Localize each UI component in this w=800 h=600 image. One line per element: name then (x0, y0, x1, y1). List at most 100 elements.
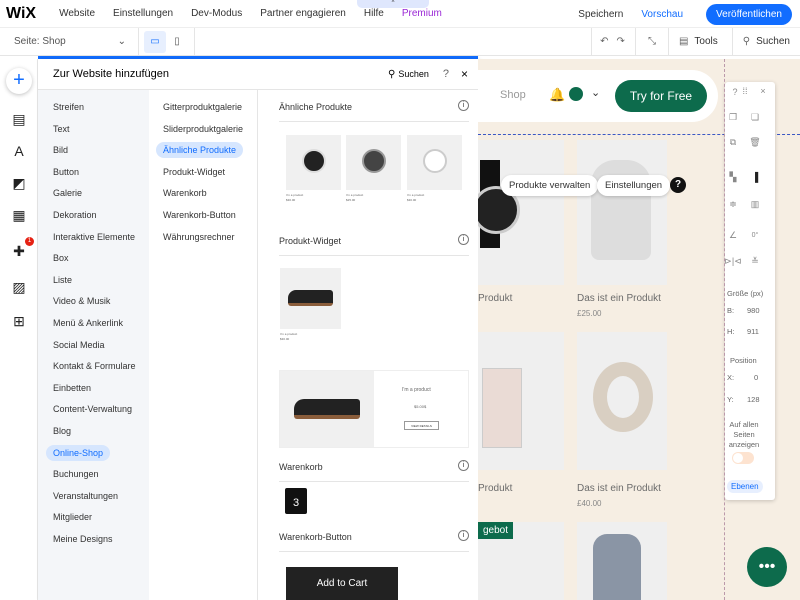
cart-icon[interactable]: 3 (285, 488, 307, 514)
close-icon[interactable]: × (753, 86, 773, 96)
category-item[interactable]: Blog (46, 423, 78, 439)
product-name[interactable]: Produkt (478, 483, 512, 494)
tools-icon[interactable]: ▤ (679, 36, 688, 47)
category-item[interactable]: Bild (46, 142, 75, 158)
category-item[interactable]: Liste (46, 272, 79, 288)
help-icon[interactable]: ? (443, 68, 449, 80)
nav-shop[interactable]: Shop (500, 89, 526, 101)
category-item[interactable]: Buchungen (46, 466, 106, 482)
pages-icon[interactable]: ▤ (11, 111, 27, 127)
copy-icon[interactable]: ❐ (723, 112, 743, 123)
subcategory-item[interactable]: Warenkorb-Button (156, 207, 243, 223)
subcategory-item[interactable]: Währungsrechner (156, 229, 242, 245)
close-icon[interactable]: × (461, 67, 468, 81)
subcategory-item[interactable]: Ähnliche Produkte (156, 142, 244, 159)
business-icon[interactable]: ⊞ (11, 313, 27, 329)
media-icon[interactable]: ▨ (11, 279, 27, 295)
delete-icon[interactable]: 🗑 (745, 137, 765, 148)
product-name[interactable]: Das ist ein Produkt (577, 483, 661, 494)
duplicate-icon[interactable]: ⧉ (723, 137, 743, 148)
search-icon[interactable]: ⚲ (388, 69, 395, 80)
subcategory-item[interactable]: Gitterproduktgalerie (156, 99, 249, 115)
align-icon[interactable]: ▐ (745, 172, 765, 182)
settings-button[interactable]: Einstellungen (597, 175, 671, 196)
distribute-icon[interactable]: ≑ (723, 199, 743, 210)
product-image[interactable] (478, 140, 564, 285)
rotate-icon[interactable]: ∠ (723, 230, 743, 241)
zoom-out-icon[interactable]: ⤡ (648, 36, 656, 47)
category-item[interactable]: Button (46, 164, 86, 180)
subcategory-item[interactable]: Sliderproduktgalerie (156, 121, 250, 137)
subcategory-item[interactable]: Produkt-Widget (156, 164, 232, 180)
avatar[interactable] (569, 87, 583, 101)
width-input[interactable]: 980 (747, 306, 760, 315)
category-item[interactable]: Meine Designs (46, 531, 120, 547)
product-image[interactable] (577, 522, 667, 600)
x-input[interactable]: 0 (754, 373, 758, 382)
info-icon[interactable]: i (458, 460, 469, 471)
help-icon[interactable]: ? (670, 177, 686, 193)
info-icon[interactable]: i (458, 530, 469, 541)
preview-button[interactable]: Vorschau (641, 9, 683, 20)
rotation-value[interactable]: 0° (745, 232, 765, 239)
menu-premium[interactable]: Premium (402, 8, 442, 19)
product-name[interactable]: Das ist ein Produkt (577, 293, 661, 304)
product-image[interactable] (577, 140, 667, 285)
paste-icon[interactable]: ❏ (745, 112, 765, 123)
add-elements-button[interactable]: + (6, 68, 32, 94)
category-item[interactable]: Dekoration (46, 207, 104, 223)
background-icon[interactable]: ◩ (11, 175, 27, 191)
info-icon[interactable]: i (458, 100, 469, 111)
tools-button[interactable]: Tools (694, 36, 717, 47)
arrange-icon[interactable]: ▚ (723, 172, 743, 183)
drag-handle-icon[interactable]: ⁞⁞ (735, 86, 755, 96)
publish-button[interactable]: Veröffentlichen (706, 4, 792, 25)
search-icon[interactable]: ⚲ (743, 36, 750, 47)
category-item[interactable]: Box (46, 250, 76, 266)
category-item[interactable]: Interaktive Elemente (46, 229, 142, 245)
desktop-view-icon[interactable]: ▭ (144, 30, 166, 53)
layers-button[interactable]: Ebenen (727, 480, 763, 493)
product-image[interactable] (577, 332, 667, 470)
product-widget-small-preview[interactable]: I'm a product $30.00 (279, 268, 359, 348)
collapse-toolbar-handle[interactable]: ^ (357, 0, 429, 8)
menu-partner[interactable]: Partner engagieren (260, 8, 346, 19)
category-item[interactable]: Streifen (46, 99, 91, 115)
menu-website[interactable]: Website (59, 8, 95, 19)
panel-search[interactable]: Suchen (398, 69, 429, 79)
info-icon[interactable]: i (458, 234, 469, 245)
category-item[interactable]: Content-Verwaltung (46, 401, 139, 417)
product-image[interactable] (478, 332, 564, 470)
redo-icon[interactable]: ↷ (617, 36, 625, 47)
subcategory-item[interactable]: Warenkorb (156, 185, 214, 201)
show-on-all-pages-toggle[interactable] (732, 452, 754, 464)
menu-settings[interactable]: Einstellungen (113, 8, 173, 19)
category-item[interactable]: Online-Shop (46, 444, 111, 461)
undo-icon[interactable]: ↶ (600, 36, 608, 47)
chat-button[interactable]: ••• (747, 547, 787, 587)
design-icon[interactable]: A (11, 143, 27, 159)
match-size-icon[interactable]: ▥ (745, 199, 765, 210)
category-item[interactable]: Kontakt & Formulare (46, 358, 143, 374)
related-products-preview[interactable]: I'm a product $30.00 I'm a product $25.0… (279, 135, 469, 215)
product-name[interactable]: Produkt (478, 293, 512, 304)
bell-icon[interactable]: 🔔 (549, 87, 565, 103)
category-item[interactable]: Menü & Ankerlink (46, 315, 130, 331)
category-item[interactable]: Text (46, 121, 77, 137)
app-market-icon[interactable]: ✚ (11, 243, 27, 259)
search-button[interactable]: Suchen (756, 36, 790, 47)
category-item[interactable]: Veranstaltungen (46, 488, 125, 504)
flip-horizontal-icon[interactable]: ⊳|⊲ (723, 256, 743, 267)
page-selector[interactable]: Seite: Shop ⌄ (0, 36, 138, 47)
y-input[interactable]: 128 (747, 395, 760, 404)
category-item[interactable]: Video & Musik (46, 293, 117, 309)
product-widget-wide-preview[interactable]: I'm a product $5.00$ VIEW DETAILS (279, 370, 469, 448)
apps-icon[interactable]: ▦ (11, 207, 27, 223)
manage-products-button[interactable]: Produkte verwalten (501, 175, 599, 196)
category-item[interactable]: Galerie (46, 185, 89, 201)
try-for-free-button[interactable]: Try for Free (615, 80, 707, 112)
add-to-cart-preview[interactable]: Add to Cart (286, 567, 398, 600)
category-item[interactable]: Mitglieder (46, 509, 99, 525)
category-item[interactable]: Social Media (46, 337, 112, 353)
height-input[interactable]: 911 (747, 327, 759, 336)
